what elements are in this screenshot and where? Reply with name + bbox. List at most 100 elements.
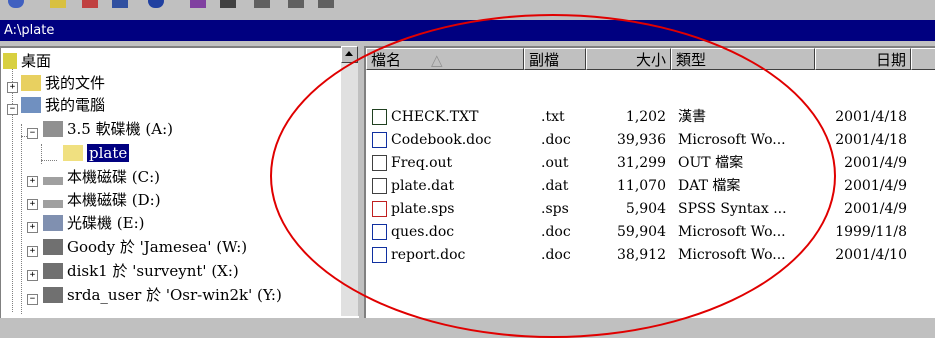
table-row[interactable]: Freq.out .out 31,299 OUT 檔案 2001/4/9 <box>366 152 935 174</box>
word-doc-icon <box>372 224 387 240</box>
toolbar <box>0 0 935 20</box>
file-name: plate.sps <box>391 201 455 217</box>
file-type: DAT 檔案 <box>678 178 741 194</box>
collapse-toggle[interactable]: − <box>27 294 38 305</box>
folder-tree: 桌面 + 我的文件 − 我的電腦 − 3.5 軟碟機 (A:) plate + … <box>0 46 359 318</box>
table-row[interactable]: plate.sps .sps 5,904 SPSS Syntax ... 200… <box>366 198 935 220</box>
tree-item-label: disk1 於 'surveynt' (X:) <box>67 262 239 280</box>
tree-item-label: 3.5 軟碟機 (A:) <box>67 120 173 138</box>
column-header-size[interactable]: 大小 <box>586 48 671 70</box>
tree-item-drive-w[interactable]: Goody 於 'Jamesea' (W:) <box>43 236 247 258</box>
my-computer-icon <box>21 97 41 113</box>
expand-toggle[interactable]: + <box>27 246 38 257</box>
view-icon[interactable] <box>288 0 304 8</box>
view-icon[interactable] <box>318 0 334 8</box>
file-type: OUT 檔案 <box>678 155 744 171</box>
back-icon[interactable] <box>8 0 24 8</box>
file-ext: .dat <box>541 178 569 194</box>
my-documents-icon <box>21 75 41 91</box>
column-header-type[interactable]: 類型 <box>671 48 815 70</box>
tree-item-label: 本機磁碟 (D:) <box>67 191 161 209</box>
table-row[interactable]: report.doc .doc 38,912 Microsoft Wo... 2… <box>366 244 935 266</box>
expand-toggle[interactable]: + <box>27 176 38 187</box>
file-date: 2001/4/9 <box>844 178 907 194</box>
file-size: 11,070 <box>617 178 666 194</box>
network-drive-icon <box>43 239 63 255</box>
file-name: ques.doc <box>391 224 455 240</box>
tree-scrollbar[interactable] <box>341 46 358 316</box>
expand-toggle[interactable]: + <box>27 222 38 233</box>
column-header-name[interactable]: 檔名 △ <box>366 48 524 70</box>
tree-item-drive-y[interactable]: srda_user 於 'Osr-win2k' (Y:) <box>43 284 282 306</box>
file-date: 2001/4/10 <box>835 247 907 263</box>
table-row[interactable]: plate.dat .dat 11,070 DAT 檔案 2001/4/9 <box>366 175 935 197</box>
file-type: Microsoft Wo... <box>678 132 786 148</box>
generic-file-icon <box>372 178 387 194</box>
column-header-date[interactable]: 日期 <box>815 48 911 70</box>
file-date: 2001/4/9 <box>844 155 907 171</box>
window-title: A:\plate <box>4 23 55 38</box>
spss-syntax-icon <box>372 201 387 217</box>
file-ext: .doc <box>541 132 571 148</box>
file-ext: .sps <box>541 201 569 217</box>
table-row[interactable]: CHECK.TXT .txt 1,202 漢書 2001/4/18 <box>366 106 935 128</box>
collapse-toggle[interactable]: − <box>7 104 18 115</box>
folder-icon[interactable] <box>50 0 66 8</box>
floppy-drive-icon <box>43 121 63 137</box>
undo-icon[interactable] <box>148 0 164 8</box>
expand-toggle[interactable]: + <box>27 199 38 210</box>
tree-item-drive-d[interactable]: 本機磁碟 (D:) <box>43 189 161 211</box>
hard-drive-icon <box>43 200 63 208</box>
sort-indicator-icon: △ <box>431 51 443 69</box>
properties-icon[interactable] <box>220 0 236 8</box>
file-date: 2001/4/18 <box>835 132 907 148</box>
tree-item-label: 本機磁碟 (C:) <box>67 168 161 186</box>
tree-item-drive-e[interactable]: 光碟機 (E:) <box>43 212 144 234</box>
tree-item-my-computer[interactable]: 我的電腦 <box>21 94 105 116</box>
file-date: 1999/11/8 <box>835 224 907 240</box>
view-icon[interactable] <box>254 0 270 8</box>
column-header-ext[interactable]: 副檔 <box>524 48 586 70</box>
delete-icon[interactable] <box>190 0 206 8</box>
tree-item-plate[interactable]: plate <box>63 142 130 164</box>
tree-item-desktop[interactable]: 桌面 <box>3 50 51 72</box>
tree-item-label: 我的電腦 <box>45 96 106 114</box>
file-ext: .txt <box>541 109 565 125</box>
tree-item-floppy[interactable]: 3.5 軟碟機 (A:) <box>43 118 173 140</box>
file-name: Codebook.doc <box>391 132 492 148</box>
arrow-up-icon <box>345 51 353 56</box>
file-date: 2001/4/18 <box>835 109 907 125</box>
expand-toggle[interactable]: + <box>27 270 38 281</box>
word-doc-icon <box>372 247 387 263</box>
file-type: Microsoft Wo... <box>678 224 786 240</box>
collapse-toggle[interactable]: − <box>27 128 38 139</box>
file-name: Freq.out <box>391 155 453 171</box>
tree-item-drive-x[interactable]: disk1 於 'surveynt' (X:) <box>43 260 239 282</box>
hard-drive-icon <box>43 177 63 185</box>
file-type: SPSS Syntax ... <box>678 201 787 217</box>
file-name: plate.dat <box>391 178 455 194</box>
tree-item-label: Goody 於 'Jamesea' (W:) <box>67 238 248 256</box>
network-drive-icon <box>43 287 63 303</box>
tree-item-label: 桌面 <box>21 52 52 70</box>
expand-toggle[interactable]: + <box>7 82 18 93</box>
tree-item-label: plate <box>87 144 130 162</box>
table-row[interactable]: Codebook.doc .doc 39,936 Microsoft Wo...… <box>366 129 935 151</box>
file-name: CHECK.TXT <box>391 109 479 125</box>
copy-icon[interactable] <box>82 0 98 8</box>
address-bar: A:\plate <box>0 20 935 41</box>
text-file-icon <box>372 109 387 125</box>
paste-icon[interactable] <box>112 0 128 8</box>
table-row[interactable]: ques.doc .doc 59,904 Microsoft Wo... 199… <box>366 221 935 243</box>
scroll-up-button[interactable] <box>341 46 358 63</box>
tree-item-my-documents[interactable]: 我的文件 <box>21 72 105 94</box>
file-size: 5,904 <box>625 201 666 217</box>
tree-item-drive-c[interactable]: 本機磁碟 (C:) <box>43 166 160 188</box>
file-type: 漢書 <box>678 109 706 125</box>
network-drive-icon <box>43 263 63 279</box>
column-header-extra[interactable] <box>911 48 935 70</box>
file-size: 1,202 <box>625 109 666 125</box>
tree-item-label: srda_user 於 'Osr-win2k' (Y:) <box>67 286 282 304</box>
generic-file-icon <box>372 155 387 171</box>
file-date: 2001/4/9 <box>844 201 907 217</box>
